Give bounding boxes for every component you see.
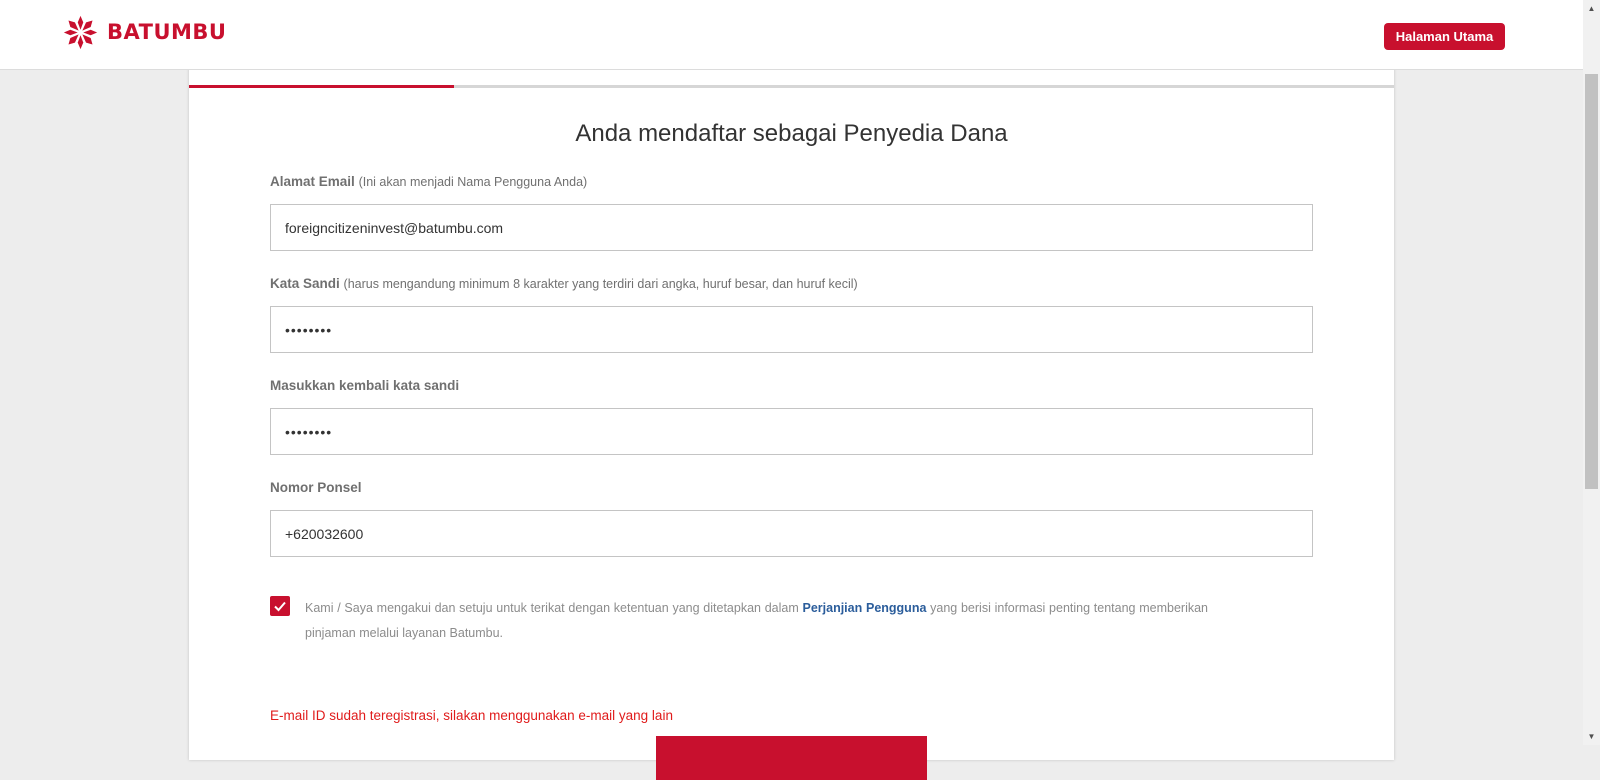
phone-label: Nomor Ponsel <box>270 480 362 495</box>
batumbu-logo-icon <box>63 15 98 49</box>
error-message: E-mail ID sudah teregistrasi, silakan me… <box>270 708 673 723</box>
registration-card: Anda mendaftar sebagai Penyedia Dana Ala… <box>189 60 1394 780</box>
password-label-hint: (harus mengandung minimum 8 karakter yan… <box>343 277 858 291</box>
arrow-up-icon[interactable]: ▲ <box>1583 0 1600 17</box>
confirm-password-label-text: Masukkan kembali kata sandi <box>270 378 460 393</box>
page-title: Anda mendaftar sebagai Penyedia Dana <box>575 120 1008 147</box>
password-label: Kata Sandi (harus mengandung minimum 8 k… <box>270 276 858 291</box>
arrow-down-icon[interactable]: ▼ <box>1583 728 1600 745</box>
progress-bar <box>189 85 1394 88</box>
scrollbar-thumb[interactable] <box>1585 74 1598 489</box>
user-agreement-link[interactable]: Perjanjian Pengguna <box>803 601 927 615</box>
agreement-checkbox[interactable] <box>270 596 290 616</box>
progress-bar-fill <box>189 85 455 88</box>
brand-name: BATUMBU <box>107 20 227 44</box>
email-label: Alamat Email (Ini akan menjadi Nama Peng… <box>270 174 587 189</box>
email-input[interactable] <box>270 204 1313 251</box>
checkmark-icon <box>274 601 286 612</box>
phone-label-text: Nomor Ponsel <box>270 480 362 495</box>
brand-logo[interactable]: BATUMBU <box>62 13 226 51</box>
submit-button[interactable] <box>656 736 927 780</box>
home-button[interactable]: Halaman Utama <box>1384 23 1505 50</box>
email-label-text: Alamat Email <box>270 174 355 189</box>
email-label-hint: (Ini akan menjadi Nama Pengguna Anda) <box>358 175 588 189</box>
page-scrollbar[interactable]: ▲ ▼ <box>1583 0 1600 745</box>
password-input[interactable] <box>270 306 1313 353</box>
top-header: BATUMBU Halaman Utama <box>0 0 1583 70</box>
agreement-text: Kami / Saya mengakui dan setuju untuk te… <box>305 596 1208 646</box>
agreement-text-before: Kami / Saya mengakui dan setuju untuk te… <box>305 601 803 615</box>
password-label-text: Kata Sandi <box>270 276 340 291</box>
phone-input[interactable] <box>270 510 1313 557</box>
confirm-password-input[interactable] <box>270 408 1313 455</box>
confirm-password-label: Masukkan kembali kata sandi <box>270 378 459 393</box>
